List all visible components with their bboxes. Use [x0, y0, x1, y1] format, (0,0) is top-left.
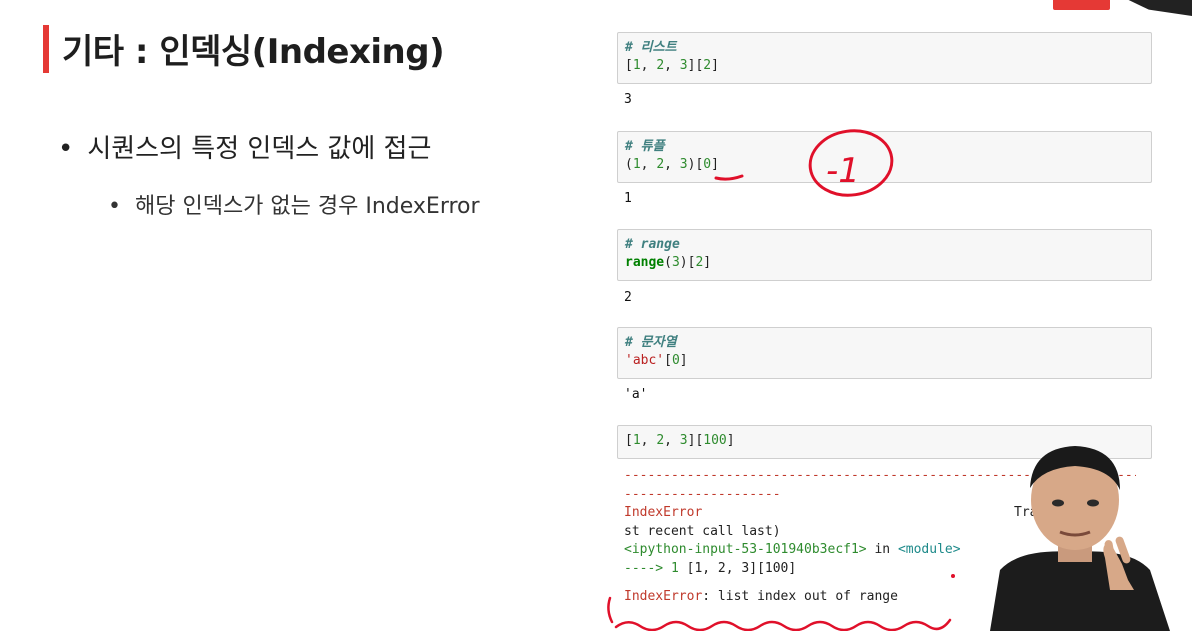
ink-wavy-underline	[614, 618, 952, 631]
ink-bracket	[607, 596, 614, 624]
ink-text: -1	[826, 151, 860, 191]
ink-underline	[714, 174, 744, 181]
presenter-video	[990, 446, 1170, 631]
ink-dot	[951, 574, 955, 578]
